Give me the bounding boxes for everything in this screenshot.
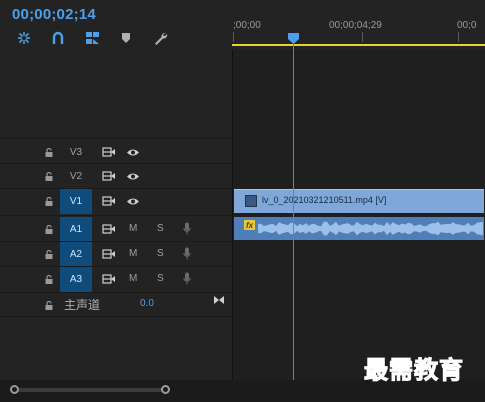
- scroll-handle-right[interactable]: [161, 385, 170, 394]
- ruler-tick: [233, 32, 234, 42]
- sync-lock-icon[interactable]: [102, 274, 116, 284]
- zoom-scrollbar[interactable]: [14, 388, 166, 392]
- lock-icon[interactable]: [45, 250, 53, 259]
- lock-icon[interactable]: [45, 225, 53, 234]
- watermark: 最需教育: [364, 355, 464, 385]
- sync-lock-icon[interactable]: [102, 147, 116, 157]
- snap-icon[interactable]: [14, 28, 34, 48]
- ruler-label-end: 00;0: [457, 20, 477, 31]
- track-target-v3[interactable]: V3: [60, 140, 92, 165]
- lock-icon[interactable]: [45, 172, 53, 181]
- audio-waveform: [258, 221, 483, 236]
- sync-lock-icon[interactable]: [102, 171, 116, 181]
- lock-icon[interactable]: [45, 275, 53, 284]
- video-clip-label: lv_0_20210321210511.mp4 [V]: [262, 195, 387, 205]
- master-track-label: 主声道: [64, 298, 101, 312]
- go-to-end-icon[interactable]: [213, 295, 225, 305]
- ruler-label-mid: 00;00;04;29: [329, 20, 382, 31]
- microphone-icon[interactable]: [183, 222, 191, 235]
- solo-button[interactable]: S: [157, 248, 164, 259]
- clip-thumbnail: [245, 195, 257, 207]
- microphone-icon[interactable]: [183, 272, 191, 285]
- marker-icon[interactable]: [116, 28, 136, 48]
- mute-button[interactable]: M: [129, 273, 137, 284]
- time-ruler[interactable]: ;00;00 00;00;04;29 00;0: [232, 0, 485, 50]
- add-marker-icon[interactable]: [82, 28, 102, 48]
- scroll-handle-left[interactable]: [10, 385, 19, 394]
- sync-lock-icon[interactable]: [102, 224, 116, 234]
- video-clip[interactable]: lv_0_20210321210511.mp4 [V]: [234, 189, 484, 213]
- eye-icon[interactable]: [126, 172, 140, 181]
- microphone-icon[interactable]: [183, 247, 191, 260]
- work-area-bar[interactable]: [232, 44, 485, 46]
- track-row-v2: V2: [0, 164, 232, 189]
- track-row-v1: V1: [0, 189, 232, 214]
- eye-icon[interactable]: [126, 197, 140, 206]
- lock-icon[interactable]: [45, 301, 53, 310]
- mute-button[interactable]: M: [129, 248, 137, 259]
- track-row-a1: A1 M S: [0, 217, 232, 242]
- timeline-tracks[interactable]: lv_0_20210321210511.mp4 [V] fx: [232, 50, 485, 380]
- wrench-icon[interactable]: [150, 28, 170, 48]
- lock-icon[interactable]: [45, 148, 53, 157]
- playhead-handle[interactable]: [288, 33, 299, 44]
- playhead-line: [293, 40, 294, 385]
- current-timecode[interactable]: 00;00;02;14: [12, 6, 96, 23]
- sync-lock-icon[interactable]: [102, 196, 116, 206]
- eye-icon[interactable]: [126, 148, 140, 157]
- solo-button[interactable]: S: [157, 223, 164, 234]
- track-target-v2[interactable]: V2: [60, 164, 92, 189]
- solo-button[interactable]: S: [157, 273, 164, 284]
- sync-lock-icon[interactable]: [102, 249, 116, 259]
- lock-icon[interactable]: [45, 197, 53, 206]
- ruler-tick: [458, 32, 459, 42]
- track-row-a3: A3 M S: [0, 267, 232, 292]
- track-target-a1[interactable]: A1: [60, 217, 92, 242]
- audio-clip[interactable]: fx: [234, 217, 484, 240]
- master-volume-value[interactable]: 0.0: [140, 298, 154, 309]
- ruler-tick: [362, 32, 363, 42]
- track-row-a2: A2 M S: [0, 242, 232, 267]
- track-row-master: 主声道 0.0: [0, 293, 232, 318]
- track-target-a3[interactable]: A3: [60, 267, 92, 292]
- mute-button[interactable]: M: [129, 223, 137, 234]
- track-target-v1[interactable]: V1: [60, 189, 92, 214]
- track-target-a2[interactable]: A2: [60, 242, 92, 267]
- linked-selection-icon[interactable]: [48, 28, 68, 48]
- ruler-label-start: ;00;00: [233, 20, 261, 31]
- track-row-v3: V3: [0, 140, 232, 165]
- fx-badge: fx: [244, 220, 255, 230]
